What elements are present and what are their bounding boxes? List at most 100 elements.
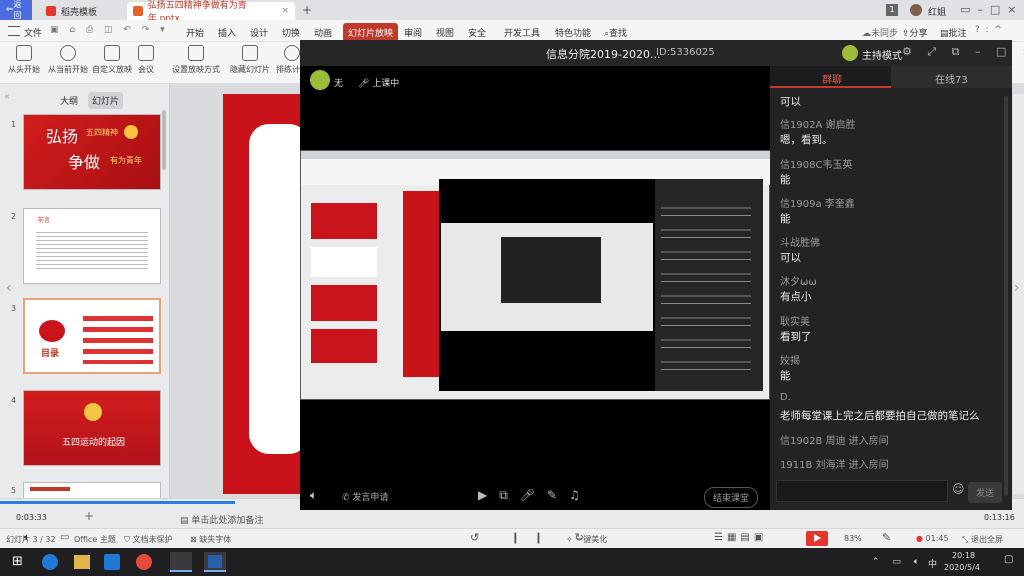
slide-num-3: 3: [11, 304, 17, 313]
total-time: 0:13:16: [984, 513, 1015, 522]
shared-tabbar: [301, 151, 771, 159]
menu-file[interactable]: 文件: [24, 26, 42, 39]
host-mode-label[interactable]: 主持模式: [862, 47, 902, 62]
current-slide-left-edge[interactable]: [223, 94, 309, 494]
notes-placeholder[interactable]: ▤ 单击此处添加备注: [180, 513, 263, 526]
end-class-button[interactable]: 结束课堂: [704, 487, 759, 508]
chat-sender: 姣揭: [780, 356, 800, 367]
menu-view[interactable]: 视图: [436, 26, 454, 39]
notification-icon[interactable]: ▢: [1004, 554, 1013, 565]
slide-thumb-4[interactable]: 五四运动的起因: [23, 390, 161, 466]
window-controls[interactable]: ⚙ ⤢ ⧉ – □ ×: [902, 45, 1024, 59]
meeting-button[interactable]: 会议: [138, 45, 154, 75]
tab-docer[interactable]: 稻壳模板: [40, 2, 125, 20]
menu-insert[interactable]: 插入: [218, 26, 236, 39]
menu-design[interactable]: 设计: [250, 26, 268, 39]
avatar[interactable]: [910, 4, 922, 16]
tab-slides[interactable]: 幻灯片: [88, 92, 124, 109]
slide-thumb-3[interactable]: 目录: [23, 298, 161, 374]
chat-message: 能: [780, 370, 791, 382]
new-tab-button[interactable]: +: [302, 3, 312, 17]
menu-start[interactable]: 开始: [186, 26, 204, 39]
play-from-start-button[interactable]: 从头开始: [8, 45, 40, 75]
menu-review[interactable]: 审阅: [404, 26, 422, 39]
party-emblem-icon: [84, 403, 102, 421]
quick-access-icons[interactable]: ▣ ⌂ ⎙ ◫ ↶ ↷ ▾: [50, 25, 169, 35]
emoji-icon[interactable]: ☺: [952, 482, 965, 496]
tab-outline[interactable]: 大纲: [60, 94, 78, 107]
windows-start-icon[interactable]: ⊞: [12, 554, 23, 569]
slide-thumb-2[interactable]: 前言: [23, 208, 161, 284]
system-tray-icons[interactable]: ⌃ ▭ 🔈︎: [872, 557, 924, 567]
slide2-text-block: [36, 229, 148, 269]
custom-show-button[interactable]: 自定义放映: [92, 45, 132, 75]
subtitle-icon[interactable]: ▭: [60, 532, 69, 543]
pen-icon[interactable]: ✎: [882, 531, 891, 544]
tab-group-chat[interactable]: 群聊: [770, 66, 891, 88]
exit-fullscreen-button[interactable]: ⤡ 退出全屏: [962, 534, 1003, 545]
playback-progress-bar[interactable]: [0, 501, 235, 504]
taskbar-classroom-icon[interactable]: [170, 552, 192, 572]
slideshow-settings-button[interactable]: 设置放映方式: [172, 45, 220, 75]
view-mode-icons[interactable]: ☰▦▤▣: [714, 532, 767, 543]
prev-slide-arrow-icon[interactable]: ‹: [6, 280, 12, 296]
chat-sender: 沐夕ωω: [780, 277, 817, 288]
comment-button[interactable]: ▤批注: [940, 26, 967, 39]
chat-sender: 信1902A 谢启胜: [780, 120, 856, 131]
timer-readout: ● 01:45: [916, 534, 949, 543]
apply-speak-button[interactable]: ✆ 发言申请: [342, 490, 388, 503]
store-icon[interactable]: [104, 554, 120, 570]
media-controls[interactable]: ▶︎⧉🎤︎✎♫: [478, 488, 592, 503]
file-explorer-icon[interactable]: [74, 555, 90, 569]
shield-icon: ⛉: [124, 535, 133, 544]
chat-input[interactable]: [776, 480, 948, 502]
slide-thumb-1[interactable]: 弘扬 五四精神 争做 有为青年: [23, 114, 161, 190]
hamburger-icon[interactable]: [8, 26, 20, 36]
play-from-current-button[interactable]: 从当前开始: [48, 45, 88, 75]
tab-online[interactable]: 在线73: [891, 66, 1012, 88]
ime-indicator[interactable]: 中: [928, 557, 937, 570]
search-button[interactable]: ⌕查找: [604, 26, 627, 39]
chat-message: 可以: [780, 252, 801, 264]
shared-thumb: [311, 285, 377, 321]
chat-message: 能: [780, 213, 791, 225]
slide3-toc-list: [83, 312, 153, 364]
menu-animation[interactable]: 动画: [314, 26, 332, 39]
unsync-button[interactable]: ☁未同步: [862, 26, 898, 39]
play-slideshow-button[interactable]: [806, 531, 828, 546]
user-name[interactable]: 红姐: [928, 5, 946, 18]
protect-status[interactable]: ⛉ 文档未保护: [124, 534, 173, 545]
send-button[interactable]: 发送: [968, 482, 1003, 503]
chat-scrollbar[interactable]: [1004, 96, 1008, 496]
menu-security[interactable]: 安全: [468, 26, 486, 39]
next-slide-arrow-icon[interactable]: ›: [1014, 280, 1020, 296]
back-tab[interactable]: ⇐ 返回: [0, 0, 32, 20]
collapse-pane-icon[interactable]: «: [4, 92, 10, 102]
close-tab-icon[interactable]: ×: [281, 6, 289, 16]
wps-icon[interactable]: [136, 554, 152, 570]
volume-icon[interactable]: 🔈︎: [24, 532, 30, 543]
taskbar-word-icon[interactable]: [204, 552, 226, 572]
chat-message: 有点小: [780, 291, 812, 303]
slide5-header-bar: [30, 487, 70, 491]
font-icon: ⊠: [190, 535, 200, 544]
share-button[interactable]: ⇪分享: [902, 26, 928, 39]
hide-slide-button[interactable]: 隐藏幻灯片: [230, 45, 270, 75]
edge-browser-icon[interactable]: [42, 554, 58, 570]
pane-scrollbar[interactable]: [162, 110, 166, 170]
chat-message: 嗯，看到。: [780, 134, 833, 146]
chat-sender: 斗战胜佛: [780, 238, 820, 249]
speaker-icon[interactable]: 🔈︎: [310, 488, 317, 503]
add-slide-button[interactable]: +: [84, 509, 94, 523]
chat-sender: 信1909a 李奎鑫: [780, 199, 855, 210]
missing-font-button[interactable]: ⊠ 缺失字体: [190, 534, 231, 545]
beautify-button[interactable]: ✧ 一键美化: [566, 534, 607, 545]
menu-features[interactable]: 特色功能: [555, 26, 591, 39]
classroom-bottom-bar: 🔈︎ ✆ 发言申请 ▶︎⧉🎤︎✎♫ 结束课堂: [300, 482, 770, 510]
tab-pptx[interactable]: 弘扬五四精神争做有为青年.pptx ×: [127, 1, 295, 24]
help-icons[interactable]: ? : ^: [975, 25, 1002, 35]
menu-devtools[interactable]: 开发工具: [504, 26, 540, 39]
menu-transition[interactable]: 切换: [282, 26, 300, 39]
window-controls[interactable]: ▭ – □ ×: [960, 3, 1016, 16]
zoom-level[interactable]: 83%: [844, 534, 862, 543]
